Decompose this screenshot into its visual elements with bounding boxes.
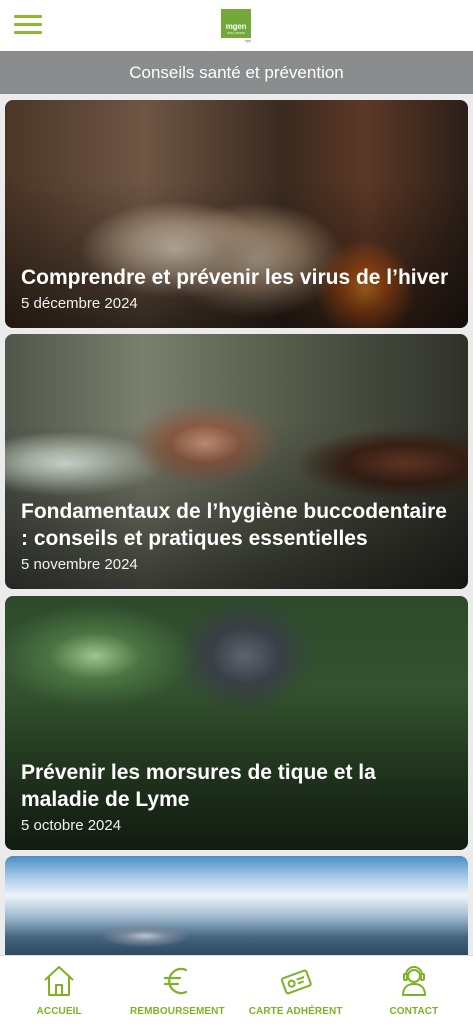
contact-icon [401,966,426,996]
article-title: Fondamentaux de l’hygiène buccodentaire … [21,500,447,550]
nav-accueil[interactable]: ACCUEIL [0,956,118,1024]
article-image [5,856,468,955]
article-date: 5 novembre 2024 [21,556,138,573]
article-card[interactable] [5,856,468,955]
nav-label: CONTACT [389,1006,439,1017]
nav-label: CARTE ADHÉRENT [248,1006,343,1017]
article-date: 5 décembre 2024 [21,295,138,312]
article-card[interactable]: Prévenir les morsures de tique et la mal… [5,596,468,850]
app-screen: mgen SOLUTIONS vyv Conseils santé et pré… [0,0,473,1024]
euro-icon [164,967,188,995]
section-title: Conseils santé et prévention [0,51,473,94]
nav-contact[interactable]: CONTACT [355,956,473,1024]
logo-brand: mgen [225,22,247,31]
nav-label: ACCUEIL [36,1006,82,1017]
home-icon [44,966,74,996]
nav-remboursement[interactable]: REMBOURSEMENT [118,956,236,1024]
mgen-logo: mgen SOLUTIONS vyv [221,9,251,45]
article-card[interactable]: Comprendre et prévenir les virus de l’hi… [5,100,468,328]
article-date: 5 octobre 2024 [21,817,122,834]
nav-label: REMBOURSEMENT [130,1006,225,1017]
article-title: Comprendre et prévenir les virus de l’hi… [21,266,449,289]
nav-carte-adherent[interactable]: CARTE ADHÉRENT [237,956,355,1024]
top-bar: mgen SOLUTIONS vyv [0,0,473,51]
article-title: Prévenir les morsures de tique et la mal… [21,761,376,811]
bottom-navigation: ACCUEIL REMBOURSEMENT CARTE ADHÉRENT CON… [0,955,473,1024]
hamburger-icon[interactable] [14,15,42,35]
logo-sub: SOLUTIONS [227,31,245,35]
member-card-icon [280,969,312,995]
logo-tagline: vyv [245,38,251,43]
article-card[interactable]: Fondamentaux de l’hygiène buccodentaire … [5,334,468,589]
